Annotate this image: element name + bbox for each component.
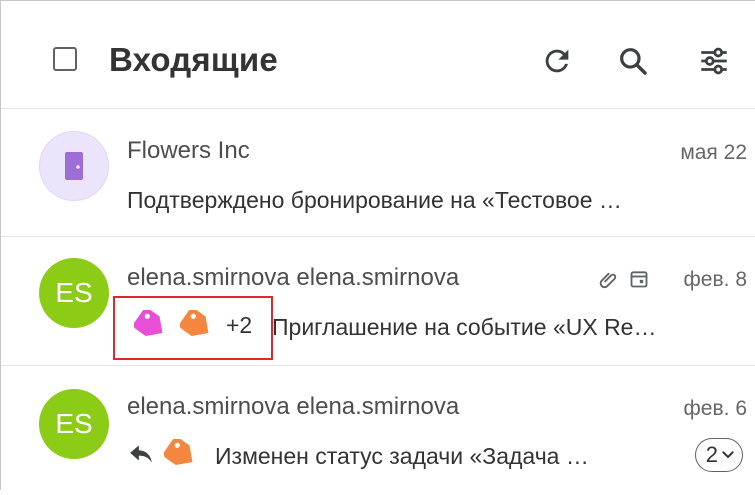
- page-title: Входящие: [109, 41, 278, 78]
- tag-icon: [164, 439, 193, 465]
- search-button[interactable]: [613, 41, 653, 81]
- meta-icons: [597, 268, 649, 290]
- avatar-initials: ES: [55, 408, 93, 439]
- filter-sliders-icon: [701, 47, 727, 75]
- thread-count-badge[interactable]: 2: [694, 438, 743, 472]
- message-row-flowers[interactable]: Flowers Inc мая 22 Подтверждено брониров…: [1, 109, 755, 237]
- select-all-checkbox[interactable]: [53, 47, 77, 71]
- avatar: [39, 131, 109, 201]
- message-date: мая 22: [680, 141, 747, 164]
- sender-name: elena.smirnova elena.smirnova: [127, 264, 460, 291]
- sender-name: Flowers Inc: [127, 137, 250, 164]
- calendar-icon: [630, 271, 648, 288]
- message-subject: Изменен статус задачи «Задача …: [215, 443, 589, 469]
- door-icon: [65, 152, 83, 180]
- message-date: фев. 8: [683, 268, 747, 291]
- reply-icon: [130, 445, 152, 463]
- message-subject: Приглашение на событие «UX Re…: [272, 314, 657, 340]
- avatar: ES: [39, 389, 109, 459]
- thread-count: 2: [705, 442, 718, 467]
- message-row-elena-2[interactable]: ES elena.smirnova elena.smirnova фев. 6 …: [1, 367, 755, 495]
- sender-name: elena.smirnova elena.smirnova: [127, 393, 460, 420]
- search-icon: [620, 48, 647, 75]
- refresh-icon: [545, 49, 569, 73]
- message-date: фев. 6: [683, 397, 747, 420]
- message-subject: Подтверждено бронирование на «Тестовое …: [127, 187, 622, 213]
- chevron-down-icon: [722, 451, 734, 458]
- avatar-initials: ES: [55, 277, 93, 308]
- inbox-header: Входящие: [1, 1, 755, 109]
- filter-button[interactable]: [694, 41, 734, 81]
- avatar: ES: [39, 258, 109, 328]
- attachment-icon: [599, 272, 617, 289]
- highlight-box: [113, 296, 273, 360]
- refresh-button[interactable]: [537, 41, 577, 81]
- tag-list: [128, 439, 198, 469]
